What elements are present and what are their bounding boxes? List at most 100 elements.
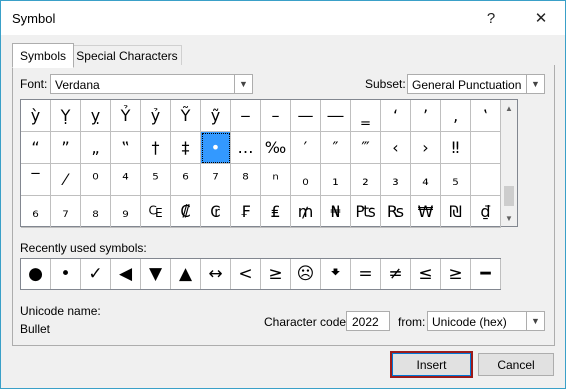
symbol-cell[interactable]: ⁰ [81, 164, 111, 196]
symbol-cell[interactable]: ₁ [321, 164, 351, 196]
recent-symbol-cell[interactable]: < [231, 259, 261, 289]
chevron-down-icon: ▼ [234, 75, 252, 93]
symbol-cell[interactable]: ‗ [351, 100, 381, 132]
symbol-cell[interactable]: ỵ [81, 100, 111, 132]
symbol-cell[interactable]: • [201, 132, 231, 164]
recent-symbol-cell[interactable]: ━ [471, 259, 501, 289]
symbol-cell[interactable]: ‹ [381, 132, 411, 164]
symbol-cell[interactable]: ‡ [171, 132, 201, 164]
symbol-cell[interactable]: ₃ [381, 164, 411, 196]
symbol-cell[interactable]: „ [81, 132, 111, 164]
recent-symbol-cell[interactable]: ☹ [291, 259, 321, 289]
close-icon[interactable]: ✕ [526, 5, 556, 31]
symbol-cell[interactable]: ‒ [231, 100, 261, 132]
tab-special-characters[interactable]: Special Characters [72, 45, 182, 66]
recent-symbol-cell[interactable]: ● [21, 259, 51, 289]
recent-symbol-cell[interactable]: ≤ [411, 259, 441, 289]
symbol-cell[interactable]: ′ [291, 132, 321, 164]
symbol-cell[interactable]: ″ [321, 132, 351, 164]
symbol-cell[interactable]: ‴ [351, 132, 381, 164]
symbol-cell[interactable]: – [261, 100, 291, 132]
symbol-cell[interactable]: ₠ [141, 196, 171, 228]
symbol-cell[interactable]: › [411, 132, 441, 164]
symbol-cell[interactable]: Ỹ [171, 100, 201, 132]
symbol-cell[interactable]: ₩ [411, 196, 441, 228]
symbol-cell[interactable] [471, 132, 501, 164]
symbol-cell[interactable]: ₨ [381, 196, 411, 228]
symbol-cell[interactable]: ỳ [21, 100, 51, 132]
symbol-cell[interactable]: † [141, 132, 171, 164]
scroll-up-icon[interactable]: ▲ [501, 100, 517, 116]
insert-button[interactable]: Insert [392, 353, 471, 376]
dialog-title: Symbol [12, 11, 56, 26]
cancel-button[interactable]: Cancel [478, 353, 554, 376]
symbol-cell[interactable]: ‰ [261, 132, 291, 164]
help-icon[interactable]: ? [476, 5, 506, 31]
symbol-cell[interactable]: ₤ [261, 196, 291, 228]
recent-symbol-cell[interactable]: ↔ [201, 259, 231, 289]
recent-symbols-strip[interactable]: ● • ✓ ◀ ▼ ▲ ↔ < ≥ ☹ 🠻 = ≠ ≤ ≥ ━ [20, 258, 501, 290]
symbol-cell[interactable]: ₅ [441, 164, 471, 196]
symbol-grid-scrollbar[interactable]: ▲ ▼ [501, 99, 518, 227]
tab-symbols[interactable]: Symbols [12, 43, 74, 68]
chevron-down-icon: ▼ [526, 75, 544, 93]
recent-symbol-cell[interactable]: ◀ [111, 259, 141, 289]
symbol-cell[interactable]: ỹ [201, 100, 231, 132]
subset-dropdown[interactable]: General Punctuation ▼ [407, 74, 545, 94]
recent-symbol-cell[interactable]: ≥ [441, 259, 471, 289]
recent-symbol-cell[interactable]: ▼ [141, 259, 171, 289]
symbol-cell[interactable]: ₀ [291, 164, 321, 196]
symbol-cell[interactable]: Ỵ [51, 100, 81, 132]
symbol-cell[interactable]: ₣ [231, 196, 261, 228]
symbol-cell[interactable]: ⁷ [201, 164, 231, 196]
symbol-cell[interactable]: ‛ [471, 100, 501, 132]
symbol-cell[interactable]: ‚ [441, 100, 471, 132]
symbol-cell[interactable]: Ỷ [111, 100, 141, 132]
symbol-cell[interactable]: ₦ [321, 196, 351, 228]
symbol-cell[interactable]: ⁄ [51, 164, 81, 196]
character-code-input[interactable]: 2022 [346, 311, 390, 331]
symbol-cell[interactable]: ‾ [21, 164, 51, 196]
symbol-grid[interactable]: ỳ Ỵỵ Ỷỷ Ỹỹ ‒ – — ― ‗ ‘’ ‚ ‛ “” „ ‟ † ‡ •… ‰ ′ ″ ‴ ‹ › ‼ ‾ ⁄ ⁰ ⁴ ⁵ ⁶ ⁷ ⁸… [20, 99, 501, 228]
scroll-down-icon[interactable]: ▼ [501, 210, 517, 226]
symbol-cell[interactable]: ” [51, 132, 81, 164]
symbol-cell[interactable]: ₧ [351, 196, 381, 228]
symbol-cell[interactable]: ỷ [141, 100, 171, 132]
symbol-cell[interactable]: ₂ [351, 164, 381, 196]
symbol-cell[interactable]: ₪ [441, 196, 471, 228]
recent-symbol-cell[interactable]: • [51, 259, 81, 289]
symbol-cell[interactable]: … [231, 132, 261, 164]
symbol-cell[interactable]: — [291, 100, 321, 132]
symbol-cell[interactable]: ₈ [81, 196, 111, 228]
symbol-cell[interactable]: ― [321, 100, 351, 132]
symbol-cell[interactable]: ⁴ [111, 164, 141, 196]
symbol-cell[interactable]: ₢ [201, 196, 231, 228]
symbol-cell[interactable]: ₫ [471, 196, 501, 228]
symbol-cell[interactable]: ₆ [21, 196, 51, 228]
symbol-cell[interactable]: ’ [411, 100, 441, 132]
symbol-cell[interactable]: ‼ [441, 132, 471, 164]
from-dropdown[interactable]: Unicode (hex) ▼ [427, 311, 545, 331]
recent-symbol-cell[interactable]: ✓ [81, 259, 111, 289]
symbol-cell[interactable]: ⁸ [231, 164, 261, 196]
symbol-cell[interactable]: ⁿ [261, 164, 291, 196]
font-dropdown[interactable]: Verdana ▼ [50, 74, 253, 94]
symbol-cell[interactable]: ₡ [171, 196, 201, 228]
recent-symbol-cell[interactable]: = [351, 259, 381, 289]
recent-symbol-cell[interactable]: 🠻 [321, 259, 351, 289]
symbol-cell[interactable]: ₉ [111, 196, 141, 228]
scrollbar-thumb[interactable] [504, 186, 514, 206]
recent-symbol-cell[interactable]: ≥ [261, 259, 291, 289]
symbol-cell[interactable]: ⁵ [141, 164, 171, 196]
character-code-value: 2022 [352, 315, 379, 329]
symbol-cell[interactable]: “ [21, 132, 51, 164]
symbol-cell[interactable] [471, 164, 501, 196]
symbol-cell[interactable]: ‟ [111, 132, 141, 164]
recent-symbol-cell[interactable]: ≠ [381, 259, 411, 289]
symbol-cell[interactable]: ⁶ [171, 164, 201, 196]
symbol-cell[interactable]: ₥ [291, 196, 321, 228]
recent-symbol-cell[interactable]: ▲ [171, 259, 201, 289]
symbol-cell[interactable]: ₄ [411, 164, 441, 196]
symbol-cell[interactable]: ₇ [51, 196, 81, 228]
symbol-cell[interactable]: ‘ [381, 100, 411, 132]
